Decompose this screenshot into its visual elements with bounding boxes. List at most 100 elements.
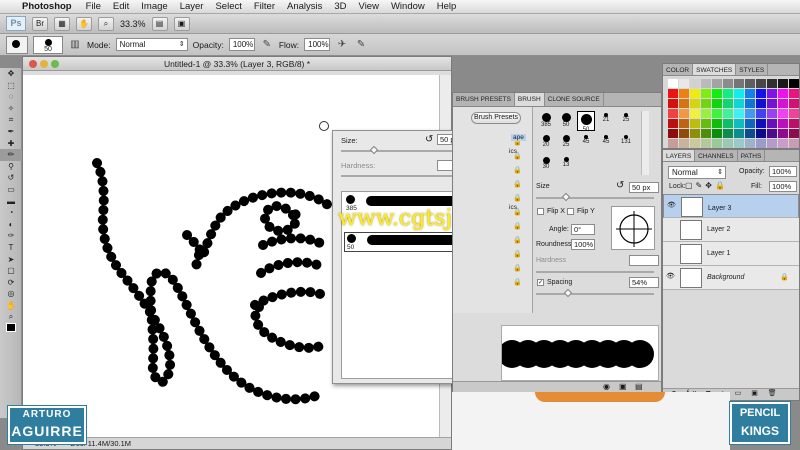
color-swatch[interactable]	[679, 139, 689, 148]
color-swatch[interactable]	[778, 129, 788, 138]
color-swatch[interactable]	[679, 89, 689, 98]
brush-panel-toggle-icon[interactable]: ▥	[68, 38, 82, 52]
color-swatch[interactable]	[745, 129, 755, 138]
color-swatch[interactable]	[756, 109, 766, 118]
color-swatch[interactable]	[679, 119, 689, 128]
color-swatch[interactable]	[745, 79, 755, 88]
fill-field[interactable]: 100%	[769, 181, 797, 192]
picker-hardness-slider[interactable]	[341, 175, 461, 177]
brush-tip-thumb[interactable]: 30	[537, 155, 555, 175]
history-brush-tool-icon[interactable]: ↺	[0, 172, 22, 184]
color-swatch[interactable]	[734, 109, 744, 118]
tab-layers[interactable]: LAYERS	[663, 150, 696, 161]
flow-field[interactable]: 100%	[304, 38, 331, 51]
color-swatch[interactable]	[734, 129, 744, 138]
color-swatch[interactable]	[789, 119, 799, 128]
color-swatch[interactable]	[679, 129, 689, 138]
color-swatch[interactable]	[668, 119, 678, 128]
menu-help[interactable]: Help	[437, 1, 457, 12]
type-tool-icon[interactable]: T	[0, 242, 22, 254]
flip-y-checkbox[interactable]	[567, 208, 574, 215]
hardness-slider[interactable]	[536, 271, 654, 273]
move-tool-icon[interactable]: ✥	[0, 68, 22, 80]
color-swatch[interactable]	[789, 99, 799, 108]
color-swatch[interactable]	[734, 99, 744, 108]
color-swatch[interactable]	[668, 129, 678, 138]
group-icon[interactable]: ▭	[735, 390, 746, 397]
eye-icon[interactable]: 👁	[666, 273, 675, 280]
color-swatch[interactable]	[745, 89, 755, 98]
tab-paths[interactable]: PATHS	[738, 150, 766, 161]
close-icon[interactable]	[29, 60, 37, 68]
color-swatch[interactable]	[712, 109, 722, 118]
color-swatch[interactable]	[756, 119, 766, 128]
lock-icon[interactable]: 🔒	[513, 180, 527, 190]
angle-field[interactable]: 0°	[571, 224, 595, 235]
color-swatch[interactable]	[778, 139, 788, 148]
color-swatch[interactable]	[668, 79, 678, 88]
create-preset-icon[interactable]: ▤	[635, 382, 643, 391]
color-swatch[interactable]	[701, 139, 711, 148]
color-swatch[interactable]	[789, 109, 799, 118]
color-swatch[interactable]	[668, 89, 678, 98]
brush-tip-thumb-selected[interactable]: 50	[577, 111, 595, 133]
lock-icon[interactable]: 🔒	[513, 166, 527, 176]
color-swatch[interactable]	[690, 139, 700, 148]
color-swatch[interactable]	[745, 139, 755, 148]
color-swatch[interactable]	[679, 109, 689, 118]
menu-app-name[interactable]: Photoshop	[22, 1, 72, 12]
lock-options-icons[interactable]: ▢✎✥🔒	[685, 181, 728, 190]
spacing-slider-thumb[interactable]	[563, 288, 573, 298]
swatch-grid[interactable]	[668, 79, 799, 148]
brush-size-slider[interactable]	[536, 197, 654, 199]
color-swatch[interactable]	[734, 119, 744, 128]
color-swatch[interactable]	[701, 119, 711, 128]
color-swatch[interactable]	[789, 89, 799, 98]
color-swatch[interactable]	[679, 79, 689, 88]
color-swatch[interactable]	[690, 129, 700, 138]
new-layer-icon[interactable]: ▣	[751, 390, 762, 397]
brush-tip-thumb[interactable]: 50	[557, 111, 575, 131]
color-swatch[interactable]	[701, 129, 711, 138]
color-swatch[interactable]	[767, 79, 777, 88]
layer-row[interactable]: Layer 2	[663, 218, 799, 242]
layer-row[interactable]: Layer 1	[663, 242, 799, 266]
color-swatch[interactable]	[668, 99, 678, 108]
flip-x-checkbox[interactable]	[537, 208, 544, 215]
spacing-slider[interactable]	[536, 293, 654, 295]
color-swatch[interactable]	[778, 99, 788, 108]
color-swatch[interactable]	[712, 119, 722, 128]
hand-tool-icon[interactable]: ✋	[0, 300, 22, 312]
hardness-field[interactable]	[629, 255, 659, 266]
menu-analysis[interactable]: Analysis	[287, 1, 322, 12]
3d-rotate-tool-icon[interactable]: ⟳	[0, 277, 22, 289]
color-swatch[interactable]	[723, 89, 733, 98]
color-swatch[interactable]	[767, 129, 777, 138]
color-swatch[interactable]	[701, 99, 711, 108]
brush-tip-scrollbar[interactable]	[641, 111, 649, 175]
tool-preset-picker[interactable]	[6, 35, 28, 54]
color-swatch[interactable]	[690, 89, 700, 98]
brush-angle-preview[interactable]	[611, 206, 655, 250]
toggle-live-tip-icon[interactable]: ◉	[603, 382, 610, 391]
color-swatch[interactable]	[712, 79, 722, 88]
color-swatch[interactable]	[745, 119, 755, 128]
color-swatch[interactable]	[734, 89, 744, 98]
eye-icon[interactable]	[666, 250, 674, 256]
color-swatch[interactable]	[701, 89, 711, 98]
color-swatch[interactable]	[712, 99, 722, 108]
blend-mode-select[interactable]: Normal ⇕	[668, 166, 726, 179]
picker-size-slider[interactable]	[341, 150, 461, 152]
lock-icon[interactable]: 🔒	[513, 264, 527, 274]
brush-tip-thumb[interactable]: 131	[617, 133, 635, 153]
color-swatch[interactable]	[756, 99, 766, 108]
brush-tip-thumb[interactable]: 25	[617, 111, 635, 131]
tab-brush-presets[interactable]: BRUSH PRESETS	[453, 93, 515, 106]
menu-view[interactable]: View	[359, 1, 379, 12]
blur-tool-icon[interactable]: ◔	[0, 207, 22, 219]
color-swatch[interactable]	[778, 109, 788, 118]
menu-3d[interactable]: 3D	[334, 1, 346, 12]
color-swatch[interactable]	[767, 99, 777, 108]
color-swatch[interactable]	[756, 89, 766, 98]
eye-icon[interactable]: 👁	[667, 202, 676, 209]
